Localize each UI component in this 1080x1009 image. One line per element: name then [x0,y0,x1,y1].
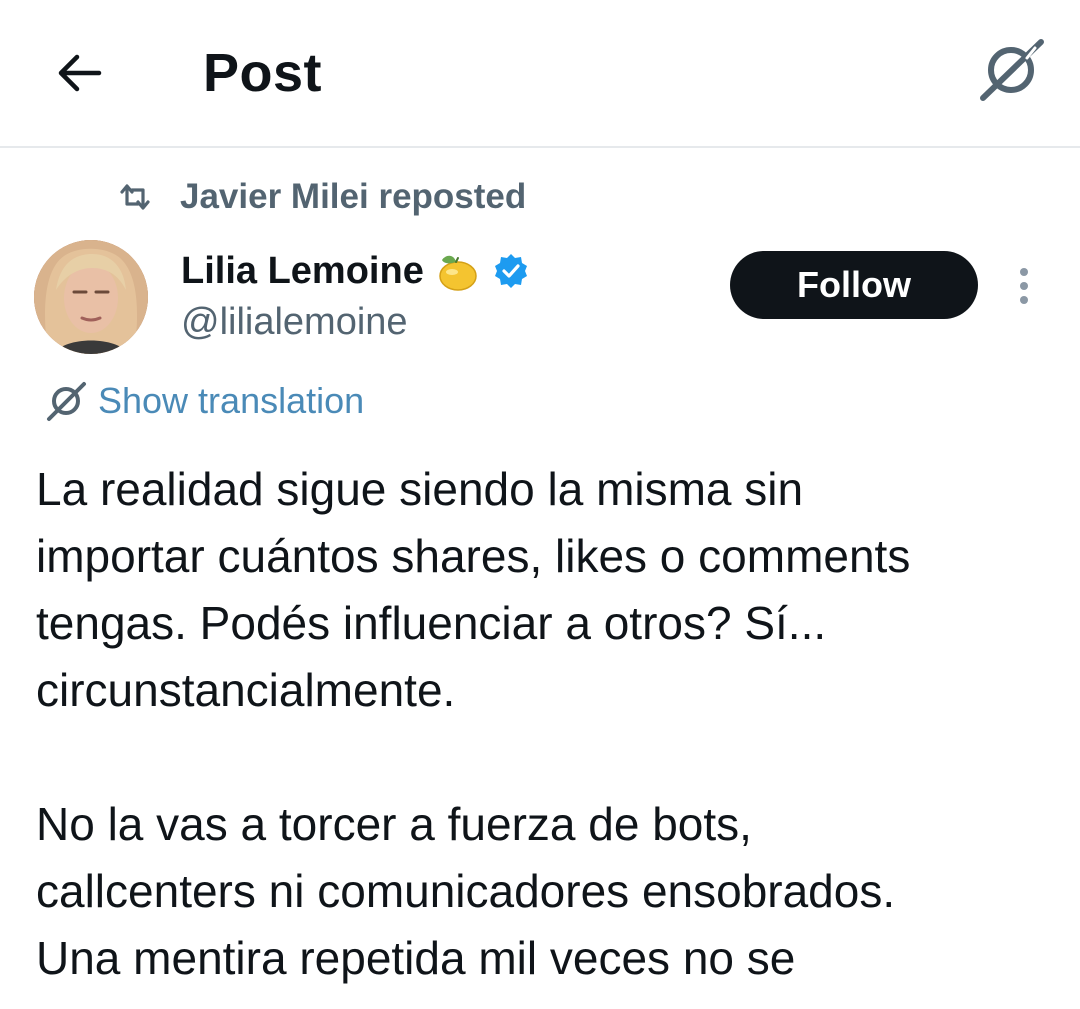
more-options-button[interactable] [1004,262,1044,310]
avatar-image [34,240,148,354]
author-avatar[interactable] [34,240,148,354]
top-bar: Post [0,0,1080,148]
page-title: Post [203,43,323,103]
author-name[interactable]: Lilia Lemoine [181,246,424,296]
grok-button[interactable] [972,34,1050,106]
verified-badge-icon[interactable] [492,252,530,290]
post-line: callcenters ni comunicadores ensobrados. [36,865,896,917]
post-line: La realidad sigue siendo la misma sin [36,463,804,515]
author-handle[interactable]: @lilialemoine [181,298,408,346]
repost-context[interactable]: Javier Milei reposted [116,176,526,218]
repost-label: Javier Milei reposted [180,177,527,216]
grok-translate-icon [44,379,88,423]
grok-slash-icon [980,39,1044,101]
show-translation-link[interactable]: Show translation [44,378,364,424]
lemon-icon [432,246,482,296]
author-name-row: Lilia Lemoine [181,246,530,296]
follow-button[interactable]: Follow [730,251,978,319]
repost-icon [116,178,154,216]
post-line: Una mentira repetida mil veces no se [36,932,796,984]
post-line: tengas. Podés influenciar a otros? Sí... [36,597,827,649]
more-dot-icon [1020,268,1028,276]
more-dot-icon [1020,296,1028,304]
post-line: circunstancialmente. [36,664,456,716]
more-dot-icon [1020,282,1028,290]
show-translation-label: Show translation [98,380,365,421]
arrow-left-icon [58,54,102,92]
post-line: No la vas a torcer a fuerza de bots, [36,798,752,850]
post-screen: Post Javier Milei reposted Lilia Lemoine… [0,0,1080,1009]
post-text: La realidad sigue siendo la misma sin im… [36,456,1066,992]
back-button[interactable] [48,42,110,104]
post-line: importar cuántos shares, likes o comment… [36,530,911,582]
